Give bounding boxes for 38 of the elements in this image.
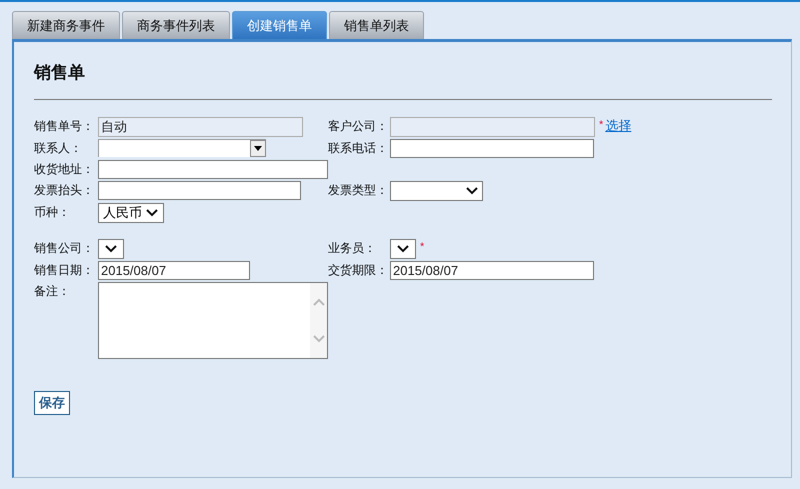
tab[interactable]: 新建商务事件 [12,11,120,39]
field-label: 销售单号： [34,118,95,135]
chevron-down-icon [466,187,478,195]
select-link[interactable]: 选择 [605,117,632,135]
text-field[interactable]: 2015/08/07 [98,261,250,280]
dropdown[interactable] [98,239,124,259]
dropdown[interactable]: 人民币 [98,203,164,223]
text-field[interactable]: 自动 [98,117,303,137]
chevron-down-icon [105,245,117,253]
field-label: 币种： [34,204,71,221]
field-label: 销售日期： [34,262,95,279]
field-label: 收货地址： [34,161,95,178]
field-label: 联系人： [34,140,83,157]
text-field[interactable] [98,160,328,179]
chevron-down-icon [146,209,158,217]
required-mark: * [599,118,604,133]
dropdown-icon[interactable] [250,140,266,157]
tab[interactable]: 创建销售单 [232,11,327,39]
field-label: 备注： [34,283,71,300]
text-field[interactable] [390,139,594,158]
field-label: 交货期限： [328,262,389,279]
tab[interactable]: 商务事件列表 [122,11,230,39]
text-field[interactable]: 2015/08/07 [390,261,594,280]
field-label: 客户公司： [328,118,389,135]
field-label: 业务员： [328,240,377,257]
field-label: 销售公司： [34,240,95,257]
text-field[interactable] [390,117,595,137]
field-label: 发票抬头： [34,182,95,199]
form-title: 销售单 [34,62,86,84]
save-button[interactable]: 保存 [34,391,70,415]
chevron-down-icon [397,245,409,253]
required-mark: * [420,240,424,255]
field-label: 发票类型： [328,182,389,199]
text-area[interactable] [98,282,328,359]
dropdown[interactable] [390,239,416,259]
field-label: 联系电话： [328,140,389,157]
tab[interactable]: 销售单列表 [329,11,424,39]
text-field[interactable] [98,181,301,200]
